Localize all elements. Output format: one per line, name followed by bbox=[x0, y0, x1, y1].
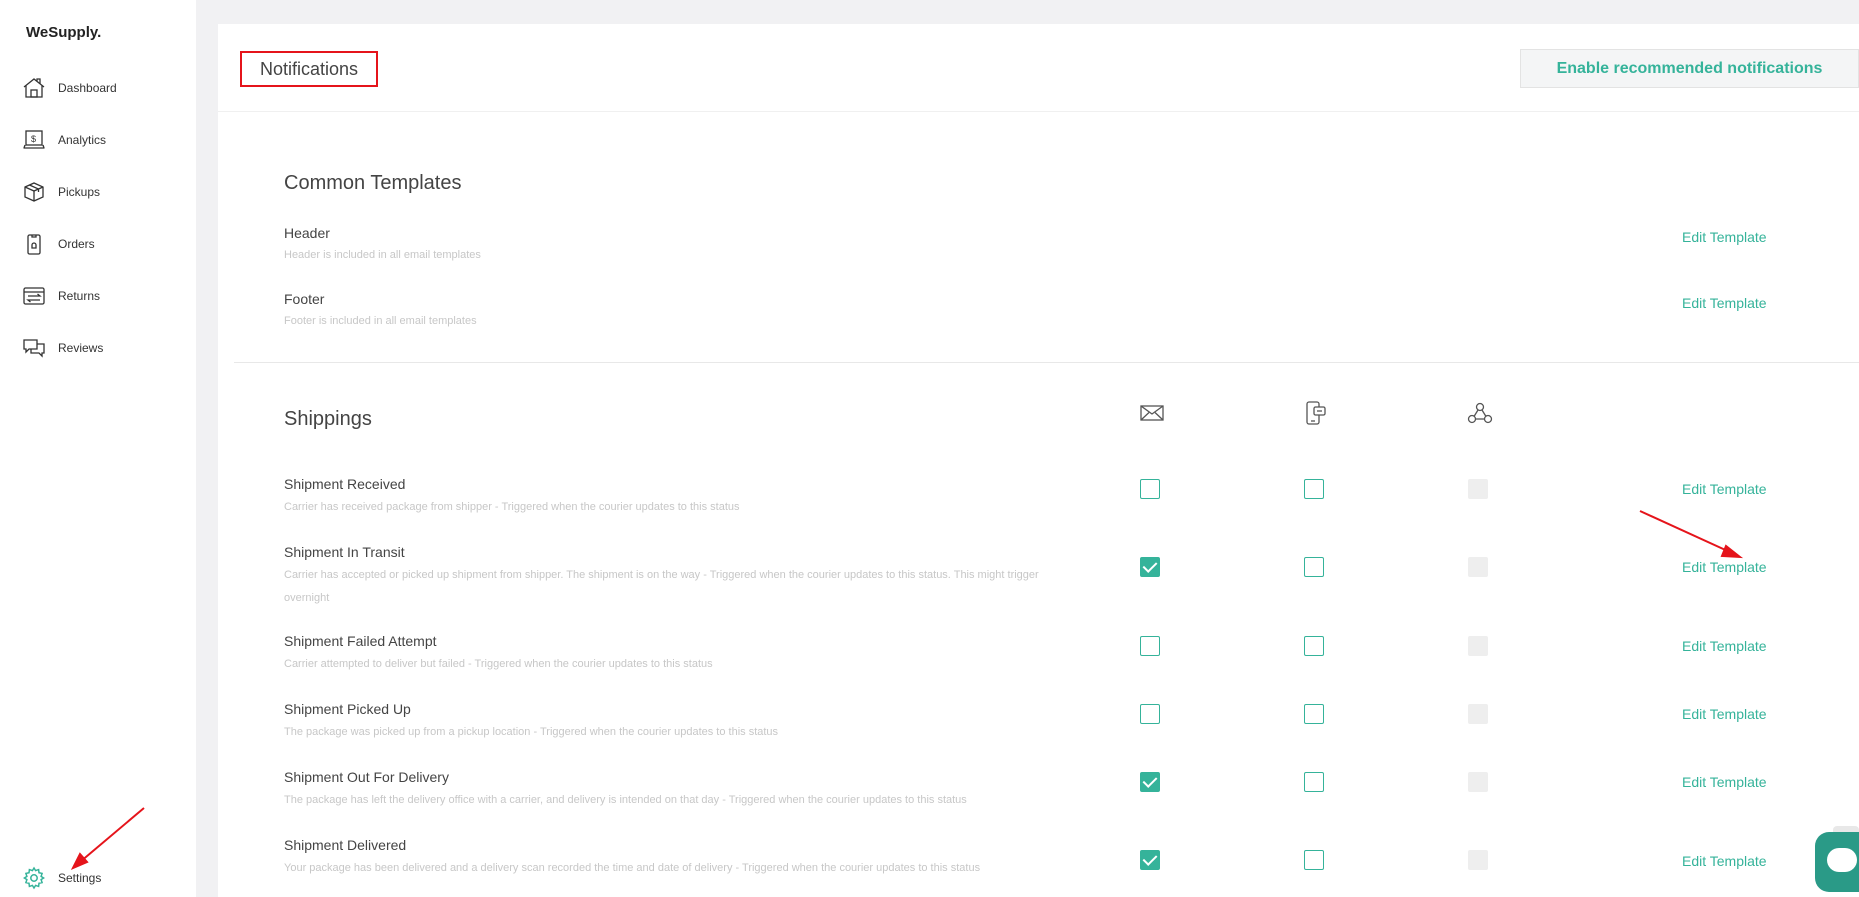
sidebar-item-returns[interactable]: Returns bbox=[20, 281, 100, 311]
orders-icon bbox=[20, 230, 48, 258]
sms-checkbox[interactable] bbox=[1304, 772, 1324, 792]
analytics-icon: $ bbox=[20, 126, 48, 154]
sidebar-item-pickups[interactable]: Pickups bbox=[20, 177, 100, 207]
sidebar-item-label: Orders bbox=[58, 237, 95, 251]
page-title: Notifications bbox=[240, 51, 378, 87]
webhook-checkbox bbox=[1468, 704, 1488, 724]
section-title-shippings: Shippings bbox=[284, 408, 372, 430]
sidebar: WeSupply. Dashboard $ Analytics Pickups … bbox=[0, 0, 196, 897]
sms-checkbox[interactable] bbox=[1304, 636, 1324, 656]
edit-template-link[interactable]: Edit Template bbox=[1682, 774, 1767, 790]
row-title: Shipment Picked Up bbox=[284, 701, 411, 717]
enable-recommended-button[interactable]: Enable recommended notifications bbox=[1520, 49, 1859, 88]
sms-checkbox[interactable] bbox=[1304, 557, 1324, 577]
row-title: Shipment In Transit bbox=[284, 544, 405, 560]
webhook-checkbox bbox=[1468, 479, 1488, 499]
edit-template-link[interactable]: Edit Template bbox=[1682, 229, 1767, 245]
webhook-checkbox bbox=[1468, 850, 1488, 870]
section-title-common: Common Templates bbox=[284, 172, 462, 194]
edit-template-link[interactable]: Edit Template bbox=[1682, 638, 1767, 654]
home-icon bbox=[20, 74, 48, 102]
webhook-icon bbox=[1466, 400, 1494, 426]
row-title: Shipment Delivered bbox=[284, 837, 407, 853]
webhook-checkbox bbox=[1468, 772, 1488, 792]
row-description: Carrier has accepted or picked up shipme… bbox=[284, 569, 1039, 604]
sidebar-item-label: Returns bbox=[58, 289, 101, 303]
email-checkbox[interactable] bbox=[1140, 850, 1160, 870]
row-title: Footer bbox=[284, 291, 325, 307]
edit-template-link[interactable]: Edit Template bbox=[1682, 853, 1767, 869]
email-checkbox[interactable] bbox=[1140, 772, 1160, 792]
section-divider bbox=[234, 362, 1859, 363]
sms-checkbox[interactable] bbox=[1304, 850, 1324, 870]
sidebar-item-settings[interactable]: Settings bbox=[20, 863, 101, 893]
email-checkbox[interactable] bbox=[1140, 636, 1160, 656]
row-description: Header is included in all email template… bbox=[284, 249, 481, 261]
chat-widget-button[interactable] bbox=[1815, 832, 1859, 892]
svg-text:$: $ bbox=[31, 134, 36, 144]
box-icon bbox=[20, 178, 48, 206]
row-title: Shipment Failed Attempt bbox=[284, 633, 437, 649]
sidebar-item-dashboard[interactable]: Dashboard bbox=[20, 73, 117, 103]
main-panel: Notifications Enable recommended notific… bbox=[218, 24, 1859, 897]
sidebar-item-label: Settings bbox=[58, 871, 102, 885]
edit-template-link[interactable]: Edit Template bbox=[1682, 295, 1767, 311]
sms-checkbox[interactable] bbox=[1304, 479, 1324, 499]
edit-template-link[interactable]: Edit Template bbox=[1682, 706, 1767, 722]
sidebar-item-label: Reviews bbox=[58, 341, 104, 355]
gear-icon bbox=[20, 864, 48, 892]
edit-template-link[interactable]: Edit Template bbox=[1682, 559, 1767, 575]
sms-checkbox[interactable] bbox=[1304, 704, 1324, 724]
row-description: Carrier has received package from shippe… bbox=[284, 501, 740, 513]
sidebar-item-label: Pickups bbox=[58, 185, 101, 199]
sms-icon bbox=[1302, 400, 1330, 426]
row-description: The package has left the delivery office… bbox=[284, 794, 967, 806]
sidebar-item-label: Analytics bbox=[58, 133, 107, 147]
row-description: Carrier attempted to deliver but failed … bbox=[284, 658, 713, 670]
row-title: Shipment Out For Delivery bbox=[284, 769, 449, 785]
sidebar-item-orders[interactable]: Orders bbox=[20, 229, 95, 259]
email-checkbox[interactable] bbox=[1140, 479, 1160, 499]
page-header: Notifications Enable recommended notific… bbox=[218, 24, 1859, 112]
webhook-checkbox bbox=[1468, 557, 1488, 577]
edit-template-link[interactable]: Edit Template bbox=[1682, 481, 1767, 497]
returns-icon bbox=[20, 282, 48, 310]
reviews-icon bbox=[20, 334, 48, 362]
email-icon bbox=[1138, 400, 1166, 426]
app-logo: WeSupply. bbox=[26, 24, 102, 41]
sidebar-item-reviews[interactable]: Reviews bbox=[20, 333, 103, 363]
row-description: Footer is included in all email template… bbox=[284, 315, 477, 327]
row-title: Header bbox=[284, 225, 330, 241]
row-title: Shipment Received bbox=[284, 476, 406, 492]
email-checkbox[interactable] bbox=[1140, 704, 1160, 724]
webhook-checkbox bbox=[1468, 636, 1488, 656]
sidebar-item-analytics[interactable]: $ Analytics bbox=[20, 125, 106, 155]
email-checkbox[interactable] bbox=[1140, 557, 1160, 577]
sidebar-item-label: Dashboard bbox=[58, 81, 117, 95]
row-description: Your package has been delivered and a de… bbox=[284, 862, 981, 874]
row-description: The package was picked up from a pickup … bbox=[284, 726, 779, 738]
chat-icon bbox=[1827, 848, 1857, 872]
